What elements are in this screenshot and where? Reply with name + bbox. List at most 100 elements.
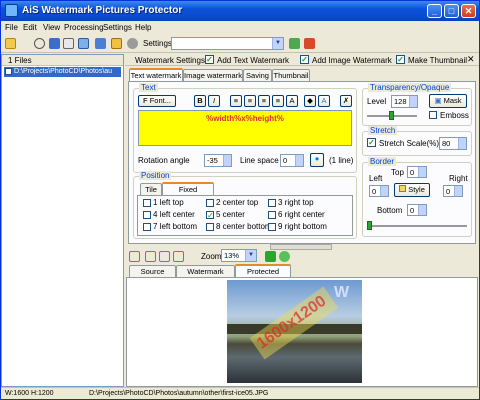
menu-view[interactable]: View [43, 23, 60, 32]
pos-checkbox-5[interactable]: ✓ [206, 211, 214, 220]
add-text-checkbox[interactable]: ✓ [205, 55, 214, 64]
close-button[interactable]: ✕ [461, 4, 476, 18]
close-settings-icon[interactable]: ✕ [467, 54, 475, 65]
line-space-value: 0 [283, 156, 288, 165]
level-input[interactable]: 128 [391, 95, 418, 108]
apply-icon[interactable] [289, 38, 300, 49]
rotation-value: -35 [207, 156, 218, 165]
tab-protected-image[interactable]: Protected image [235, 264, 291, 287]
refresh-icon[interactable] [279, 251, 290, 262]
right-spinner[interactable] [454, 186, 462, 196]
rotation-input[interactable]: -35 [204, 154, 232, 167]
transparency-group: Transparency/Opaque Level 128 ▣ Mask Emb… [362, 83, 472, 126]
folder-icon[interactable] [111, 38, 122, 49]
maximize-button[interactable]: □ [444, 4, 459, 18]
pos-checkbox-8[interactable] [206, 223, 214, 231]
image-icon[interactable] [78, 38, 89, 49]
text-color-icon[interactable]: A [286, 95, 298, 107]
top-spinner[interactable] [418, 167, 426, 177]
splitter-handle[interactable] [270, 244, 332, 250]
left-value: 0 [372, 187, 377, 196]
tab-watermark-image[interactable]: Watermark image [176, 265, 235, 287]
menu-edit[interactable]: Edit [23, 23, 37, 32]
watermark-text-input[interactable]: %width%x%height% [138, 110, 352, 146]
style-button[interactable]: Style [394, 183, 430, 197]
delete-icon[interactable] [304, 38, 315, 49]
minimize-button[interactable]: _ [427, 4, 442, 18]
top-input[interactable]: 0 [407, 166, 427, 178]
align-right-icon[interactable]: ≡ [258, 95, 270, 107]
tab-image-watermark[interactable]: Image watermark [183, 69, 243, 81]
line-space-input[interactable]: 0 [280, 154, 304, 167]
add-image-label: Add Image Watermark [312, 56, 392, 65]
fit-width-icon[interactable] [145, 251, 156, 262]
bottom-spinner[interactable] [418, 205, 426, 215]
save-icon[interactable] [49, 38, 60, 49]
tab-saving[interactable]: Saving [243, 69, 272, 81]
pos-checkbox-3[interactable] [268, 199, 276, 207]
fill-color-icon[interactable]: ◆ [304, 95, 316, 107]
email-icon[interactable] [63, 38, 74, 49]
mask-button-label: Mask [443, 96, 462, 105]
stretch-spinner[interactable] [458, 138, 466, 149]
style-button-label: Style [408, 185, 425, 194]
add-image-checkbox[interactable]: ✓ [300, 55, 309, 64]
chevron-down-icon[interactable]: ▼ [272, 38, 283, 49]
tab-source-image[interactable]: Source image [129, 265, 176, 287]
font-button[interactable]: F Font... [138, 95, 176, 107]
pos-checkbox-9[interactable] [268, 223, 276, 231]
menu-settings[interactable]: Settings [103, 23, 132, 32]
menu-help[interactable]: Help [135, 23, 151, 32]
pos-checkbox-6[interactable] [268, 211, 276, 219]
file-item[interactable]: D:\Projects\PhotoCD\Photos\au [4, 67, 121, 77]
bottom-input[interactable]: 0 [407, 204, 427, 216]
menu-processing[interactable]: Processing [64, 23, 104, 32]
fit-icon[interactable] [129, 251, 140, 262]
settings-combo[interactable]: ▼ [171, 37, 284, 50]
stretch-checkbox[interactable]: ✓ [367, 138, 376, 147]
italic-icon[interactable]: I [208, 95, 220, 107]
tab-thumbnail[interactable]: Thumbnail [272, 69, 310, 81]
shadow-icon[interactable]: A [318, 95, 330, 107]
open-folder-icon[interactable] [5, 38, 16, 49]
line-space-spinner[interactable] [295, 155, 303, 166]
align-center-icon[interactable]: ≡ [244, 95, 256, 107]
make-thumbnail-checkbox[interactable]: ✓ [396, 55, 405, 64]
pos-checkbox-7[interactable] [143, 223, 151, 231]
drop-icon[interactable]: ● [310, 153, 324, 167]
emboss-checkbox[interactable] [429, 111, 437, 119]
border-slider[interactable] [367, 221, 467, 230]
toolbar: Settings ▼ [1, 35, 479, 53]
align-left-icon[interactable]: ≡ [230, 95, 242, 107]
menu-file[interactable]: File [5, 23, 18, 32]
actual-size-icon[interactable] [173, 251, 184, 262]
search-icon[interactable] [34, 38, 45, 49]
pos-checkbox-4[interactable] [143, 211, 151, 219]
tab-fixed-positions[interactable]: Fixed positions [162, 182, 214, 205]
left-input[interactable]: 0 [369, 185, 389, 197]
preview-icon[interactable] [265, 251, 276, 262]
border-slider-thumb[interactable] [367, 221, 372, 230]
pos-checkbox-2[interactable] [206, 199, 214, 207]
level-slider[interactable] [367, 111, 417, 120]
chevron-down-icon[interactable]: ▼ [245, 250, 256, 261]
fit-height-icon[interactable] [159, 251, 170, 262]
rotation-spinner[interactable] [223, 155, 231, 166]
stretch-input[interactable]: 80 [439, 137, 467, 150]
right-input[interactable]: 0 [443, 185, 463, 197]
pos-checkbox-1[interactable] [143, 199, 151, 207]
left-spinner[interactable] [380, 186, 388, 196]
mask-button[interactable]: ▣ Mask [429, 94, 467, 108]
file-checkbox[interactable] [5, 68, 12, 75]
process-icon[interactable] [95, 38, 106, 49]
top-value: 0 [410, 168, 415, 177]
bold-icon[interactable]: B [194, 95, 206, 107]
level-slider-thumb[interactable] [389, 111, 394, 120]
clear-icon[interactable]: ✗ [340, 95, 352, 107]
zoom-combo[interactable]: 13% ▼ [221, 249, 257, 262]
stop-icon[interactable] [127, 38, 138, 49]
tab-tile[interactable]: Tile [140, 183, 162, 195]
level-spinner[interactable] [409, 96, 417, 107]
justify-icon[interactable]: ≡ [272, 95, 284, 107]
tab-text-watermark[interactable]: Text watermark [129, 68, 183, 81]
